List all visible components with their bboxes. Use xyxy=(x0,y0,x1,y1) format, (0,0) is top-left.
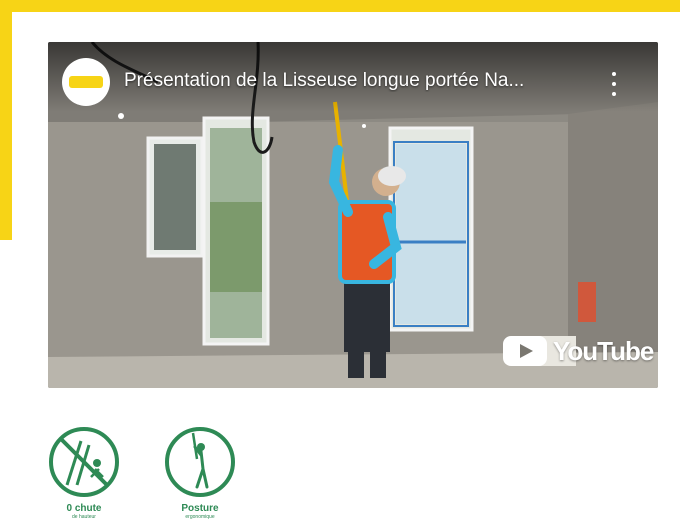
channel-logo-icon[interactable] xyxy=(62,58,110,106)
more-vert-icon[interactable] xyxy=(604,72,624,96)
youtube-logo-text: YouTube xyxy=(553,335,654,366)
no-fall-icon xyxy=(49,427,119,497)
youtube-logo[interactable]: YouTube xyxy=(503,334,654,368)
badge-no-fall: 0 chute de hauteur xyxy=(44,425,124,525)
badge-sublabel: de hauteur xyxy=(72,514,96,520)
yellow-frame-top xyxy=(0,0,680,12)
badge-sublabel: ergonomique xyxy=(185,514,215,520)
video-player[interactable]: Présentation de la Lisseuse longue porté… xyxy=(48,42,658,388)
ergonomic-posture-icon xyxy=(165,427,235,497)
badge-posture: Posture ergonomique xyxy=(160,425,240,525)
yellow-frame-left xyxy=(0,0,12,240)
badge-label: Posture xyxy=(181,503,219,514)
badge-label: 0 chute xyxy=(66,503,102,514)
video-title[interactable]: Présentation de la Lisseuse longue porté… xyxy=(124,70,594,92)
youtube-play-icon xyxy=(503,336,547,366)
